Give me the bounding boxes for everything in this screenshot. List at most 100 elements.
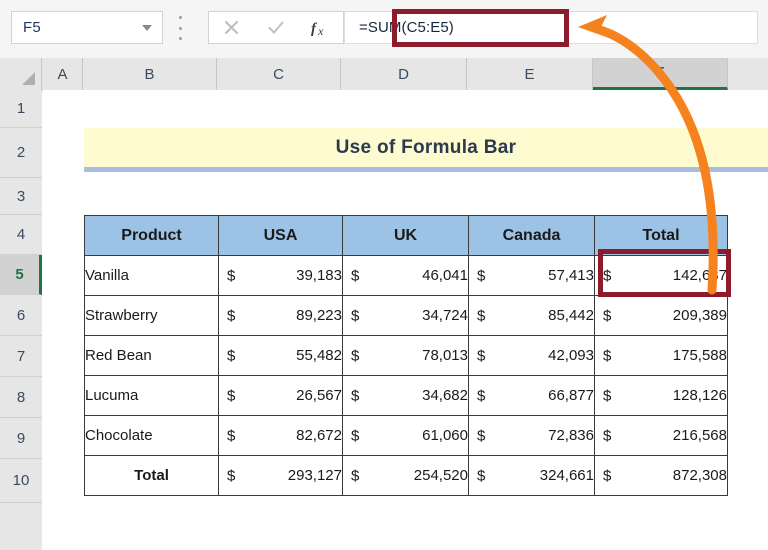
table-header-row: Product USA UK Canada Total	[84, 215, 728, 256]
cell-uk[interactable]: $78,013	[342, 335, 469, 376]
cell-product[interactable]: Chocolate	[84, 415, 219, 456]
col-canada: Canada	[468, 215, 595, 256]
column-header-row: A B C D E F	[0, 58, 768, 91]
cell-uk[interactable]: $34,682	[342, 375, 469, 416]
row-header-3[interactable]: 3	[0, 178, 42, 215]
table-total-row: Total $293,127 $254,520 $324,661 $872,308	[84, 455, 728, 496]
column-header-e[interactable]: E	[467, 58, 593, 90]
cell-total-usa[interactable]: $293,127	[218, 455, 343, 496]
excel-window: F5 f x =SUM(C5:E5) A B C D E F 1 2 3 4 5…	[0, 0, 768, 550]
cell-product[interactable]: Strawberry	[84, 295, 219, 336]
cell-product[interactable]: Vanilla	[84, 255, 219, 296]
row-header-3-label: 3	[16, 187, 26, 205]
currency-symbol: $	[227, 467, 236, 484]
worksheet-grid[interactable]: Use of Formula Bar Product USA UK Canada…	[43, 90, 768, 550]
col-uk: UK	[342, 215, 469, 256]
currency-symbol: $	[603, 347, 612, 364]
row-header-4-label: 4	[16, 226, 26, 243]
currency-symbol: $	[477, 267, 486, 284]
currency-symbol: $	[227, 427, 236, 444]
cell-usa[interactable]: $39,183	[218, 255, 343, 296]
chevron-down-icon[interactable]	[136, 24, 162, 31]
check-icon[interactable]	[254, 12, 299, 43]
cell-canada[interactable]: $85,442	[468, 295, 595, 336]
title-banner: Use of Formula Bar	[84, 128, 768, 172]
cell-total[interactable]: $216,568	[594, 415, 728, 456]
row-header-7-label: 7	[16, 347, 26, 365]
column-header-b-label: B	[144, 65, 155, 83]
cell-usa[interactable]: $26,567	[218, 375, 343, 416]
column-header-a[interactable]: A	[43, 58, 83, 90]
formula-input[interactable]: =SUM(C5:E5)	[344, 11, 758, 44]
row-header-6[interactable]: 6	[0, 295, 42, 336]
drag-grip-handle[interactable]	[177, 16, 183, 40]
col-product: Product	[84, 215, 219, 256]
fx-icon[interactable]: f x	[298, 12, 343, 43]
currency-symbol: $	[227, 267, 236, 284]
svg-text:x: x	[317, 24, 324, 38]
row-header-10[interactable]: 10	[0, 459, 42, 503]
table-row: Vanilla $39,183 $46,041 $57,413 $142,637	[84, 255, 728, 296]
corner-triangle-icon	[22, 72, 35, 85]
column-header-c[interactable]: C	[217, 58, 341, 90]
currency-symbol: $	[603, 427, 612, 444]
cell-total[interactable]: $128,126	[594, 375, 728, 416]
currency-symbol: $	[351, 347, 360, 364]
currency-symbol: $	[227, 307, 236, 324]
cell-product[interactable]: Red Bean	[84, 335, 219, 376]
column-header-d[interactable]: D	[341, 58, 467, 90]
currency-symbol: $	[477, 427, 486, 444]
currency-symbol: $	[351, 267, 360, 284]
currency-symbol: $	[603, 307, 612, 324]
select-all-corner[interactable]	[0, 58, 42, 90]
cell-usa[interactable]: $55,482	[218, 335, 343, 376]
row-header-4[interactable]: 4	[0, 215, 42, 255]
formula-input-value: =SUM(C5:E5)	[359, 19, 454, 36]
cell-usa[interactable]: $89,223	[218, 295, 343, 336]
name-box-value: F5	[23, 19, 41, 36]
cell-canada[interactable]: $66,877	[468, 375, 595, 416]
row-header-9[interactable]: 9	[0, 418, 42, 459]
cell-canada[interactable]: $72,836	[468, 415, 595, 456]
cell-total-label[interactable]: Total	[84, 455, 219, 496]
cell-total[interactable]: $142,637	[594, 255, 728, 296]
column-header-f[interactable]: F	[593, 58, 728, 90]
col-usa: USA	[218, 215, 343, 256]
row-header-1[interactable]: 1	[0, 90, 42, 128]
row-header-8-label: 8	[16, 388, 26, 406]
close-icon[interactable]	[209, 12, 254, 43]
cell-uk[interactable]: $34,724	[342, 295, 469, 336]
row-header-5[interactable]: 5	[0, 255, 42, 295]
table-row: Strawberry $89,223 $34,724 $85,442 $209,389	[84, 295, 728, 336]
row-header-6-label: 6	[16, 306, 26, 324]
column-header-e-label: E	[524, 65, 535, 83]
cell-uk[interactable]: $46,041	[342, 255, 469, 296]
cell-canada[interactable]: $57,413	[468, 255, 595, 296]
currency-symbol: $	[603, 387, 612, 404]
cell-total[interactable]: $175,588	[594, 335, 728, 376]
row-header-5-label: 5	[15, 266, 24, 283]
currency-symbol: $	[477, 387, 486, 404]
cell-total-grand[interactable]: $872,308	[594, 455, 728, 496]
row-header-2[interactable]: 2	[0, 128, 42, 178]
row-header-8[interactable]: 8	[0, 377, 42, 418]
currency-symbol: $	[603, 467, 612, 484]
name-box[interactable]: F5	[11, 11, 163, 44]
cell-product[interactable]: Lucuma	[84, 375, 219, 416]
cell-canada[interactable]: $42,093	[468, 335, 595, 376]
currency-symbol: $	[227, 387, 236, 404]
cell-uk[interactable]: $61,060	[342, 415, 469, 456]
svg-text:f: f	[311, 21, 318, 37]
row-header-blank[interactable]	[0, 503, 42, 550]
cell-usa[interactable]: $82,672	[218, 415, 343, 456]
table-row: Red Bean $55,482 $78,013 $42,093 $175,588	[84, 335, 728, 376]
cell-total-canada[interactable]: $324,661	[468, 455, 595, 496]
column-header-d-label: D	[398, 65, 409, 83]
cell-total-uk[interactable]: $254,520	[342, 455, 469, 496]
cell-total[interactable]: $209,389	[594, 295, 728, 336]
row-header-7[interactable]: 7	[0, 336, 42, 377]
col-total: Total	[594, 215, 728, 256]
column-header-b[interactable]: B	[83, 58, 217, 90]
row-header-1-label: 1	[16, 100, 26, 117]
currency-symbol: $	[603, 267, 612, 284]
